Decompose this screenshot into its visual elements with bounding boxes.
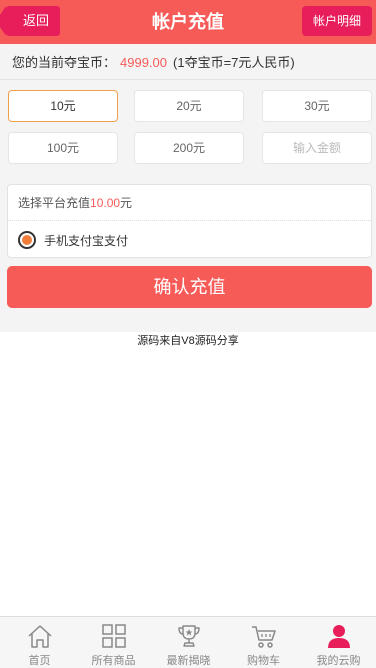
payment-unit: 元	[120, 196, 133, 210]
amount-option-20[interactable]: 20元	[134, 90, 244, 122]
tab-label: 最新揭晓	[166, 655, 211, 667]
tab-label: 购物车	[247, 655, 280, 667]
cart-icon	[251, 626, 276, 648]
tab-latest-results[interactable]: 最新揭晓	[151, 617, 226, 668]
payment-card: 选择平台充值10.00元 手机支付宝支付	[7, 184, 372, 258]
header-bar: 返回 帐户充值 帐户明细	[0, 0, 376, 44]
payment-method-label: 手机支付宝支付	[44, 233, 129, 248]
divider	[8, 220, 371, 221]
payment-summary: 选择平台充值10.00元	[18, 185, 132, 219]
bottom-tab-bar: 首页 所有商品 最新揭晓 购物车 我的云购	[0, 616, 376, 668]
amount-option-100[interactable]: 100元	[8, 132, 118, 164]
exchange-rate: (1夺宝币=7元人民币)	[173, 55, 295, 70]
trophy-icon	[177, 625, 200, 647]
radio-button[interactable]	[18, 231, 36, 249]
tab-my-account[interactable]: 我的云购	[301, 617, 376, 668]
amount-option-10[interactable]: 10元	[8, 90, 118, 122]
home-icon	[27, 625, 52, 648]
tab-label: 我的云购	[316, 655, 361, 667]
payment-amount: 10.00	[90, 196, 121, 210]
tab-all-products[interactable]: 所有商品	[76, 617, 151, 668]
amount-option-200[interactable]: 200元	[134, 132, 244, 164]
balance-row: 您的当前夺宝币： 4999.00 (1夺宝币=7元人民币)	[0, 44, 376, 80]
grid-icon	[101, 624, 126, 648]
radio-selected-dot	[22, 235, 32, 245]
custom-amount-input[interactable]: 输入金额	[262, 132, 372, 164]
tab-home[interactable]: 首页	[2, 617, 77, 668]
tab-cart[interactable]: 购物车	[226, 617, 301, 668]
amount-option-30[interactable]: 30元	[262, 90, 372, 122]
payment-summary-prefix: 选择平台充值	[18, 196, 91, 210]
balance-label: 您的当前夺宝币：	[12, 55, 117, 70]
confirm-recharge-button[interactable]: 确认充值	[7, 266, 372, 308]
back-button[interactable]: 返回	[0, 6, 60, 36]
alipay-option[interactable]: 手机支付宝支付	[18, 229, 128, 251]
tab-label: 所有商品	[91, 655, 136, 667]
account-detail-button[interactable]: 帐户明细	[302, 6, 372, 36]
tab-label: 首页	[28, 655, 51, 667]
user-icon	[327, 625, 350, 648]
source-note: 源码来自V8源码分享	[137, 335, 239, 347]
balance-amount: 4999.00	[120, 55, 168, 70]
